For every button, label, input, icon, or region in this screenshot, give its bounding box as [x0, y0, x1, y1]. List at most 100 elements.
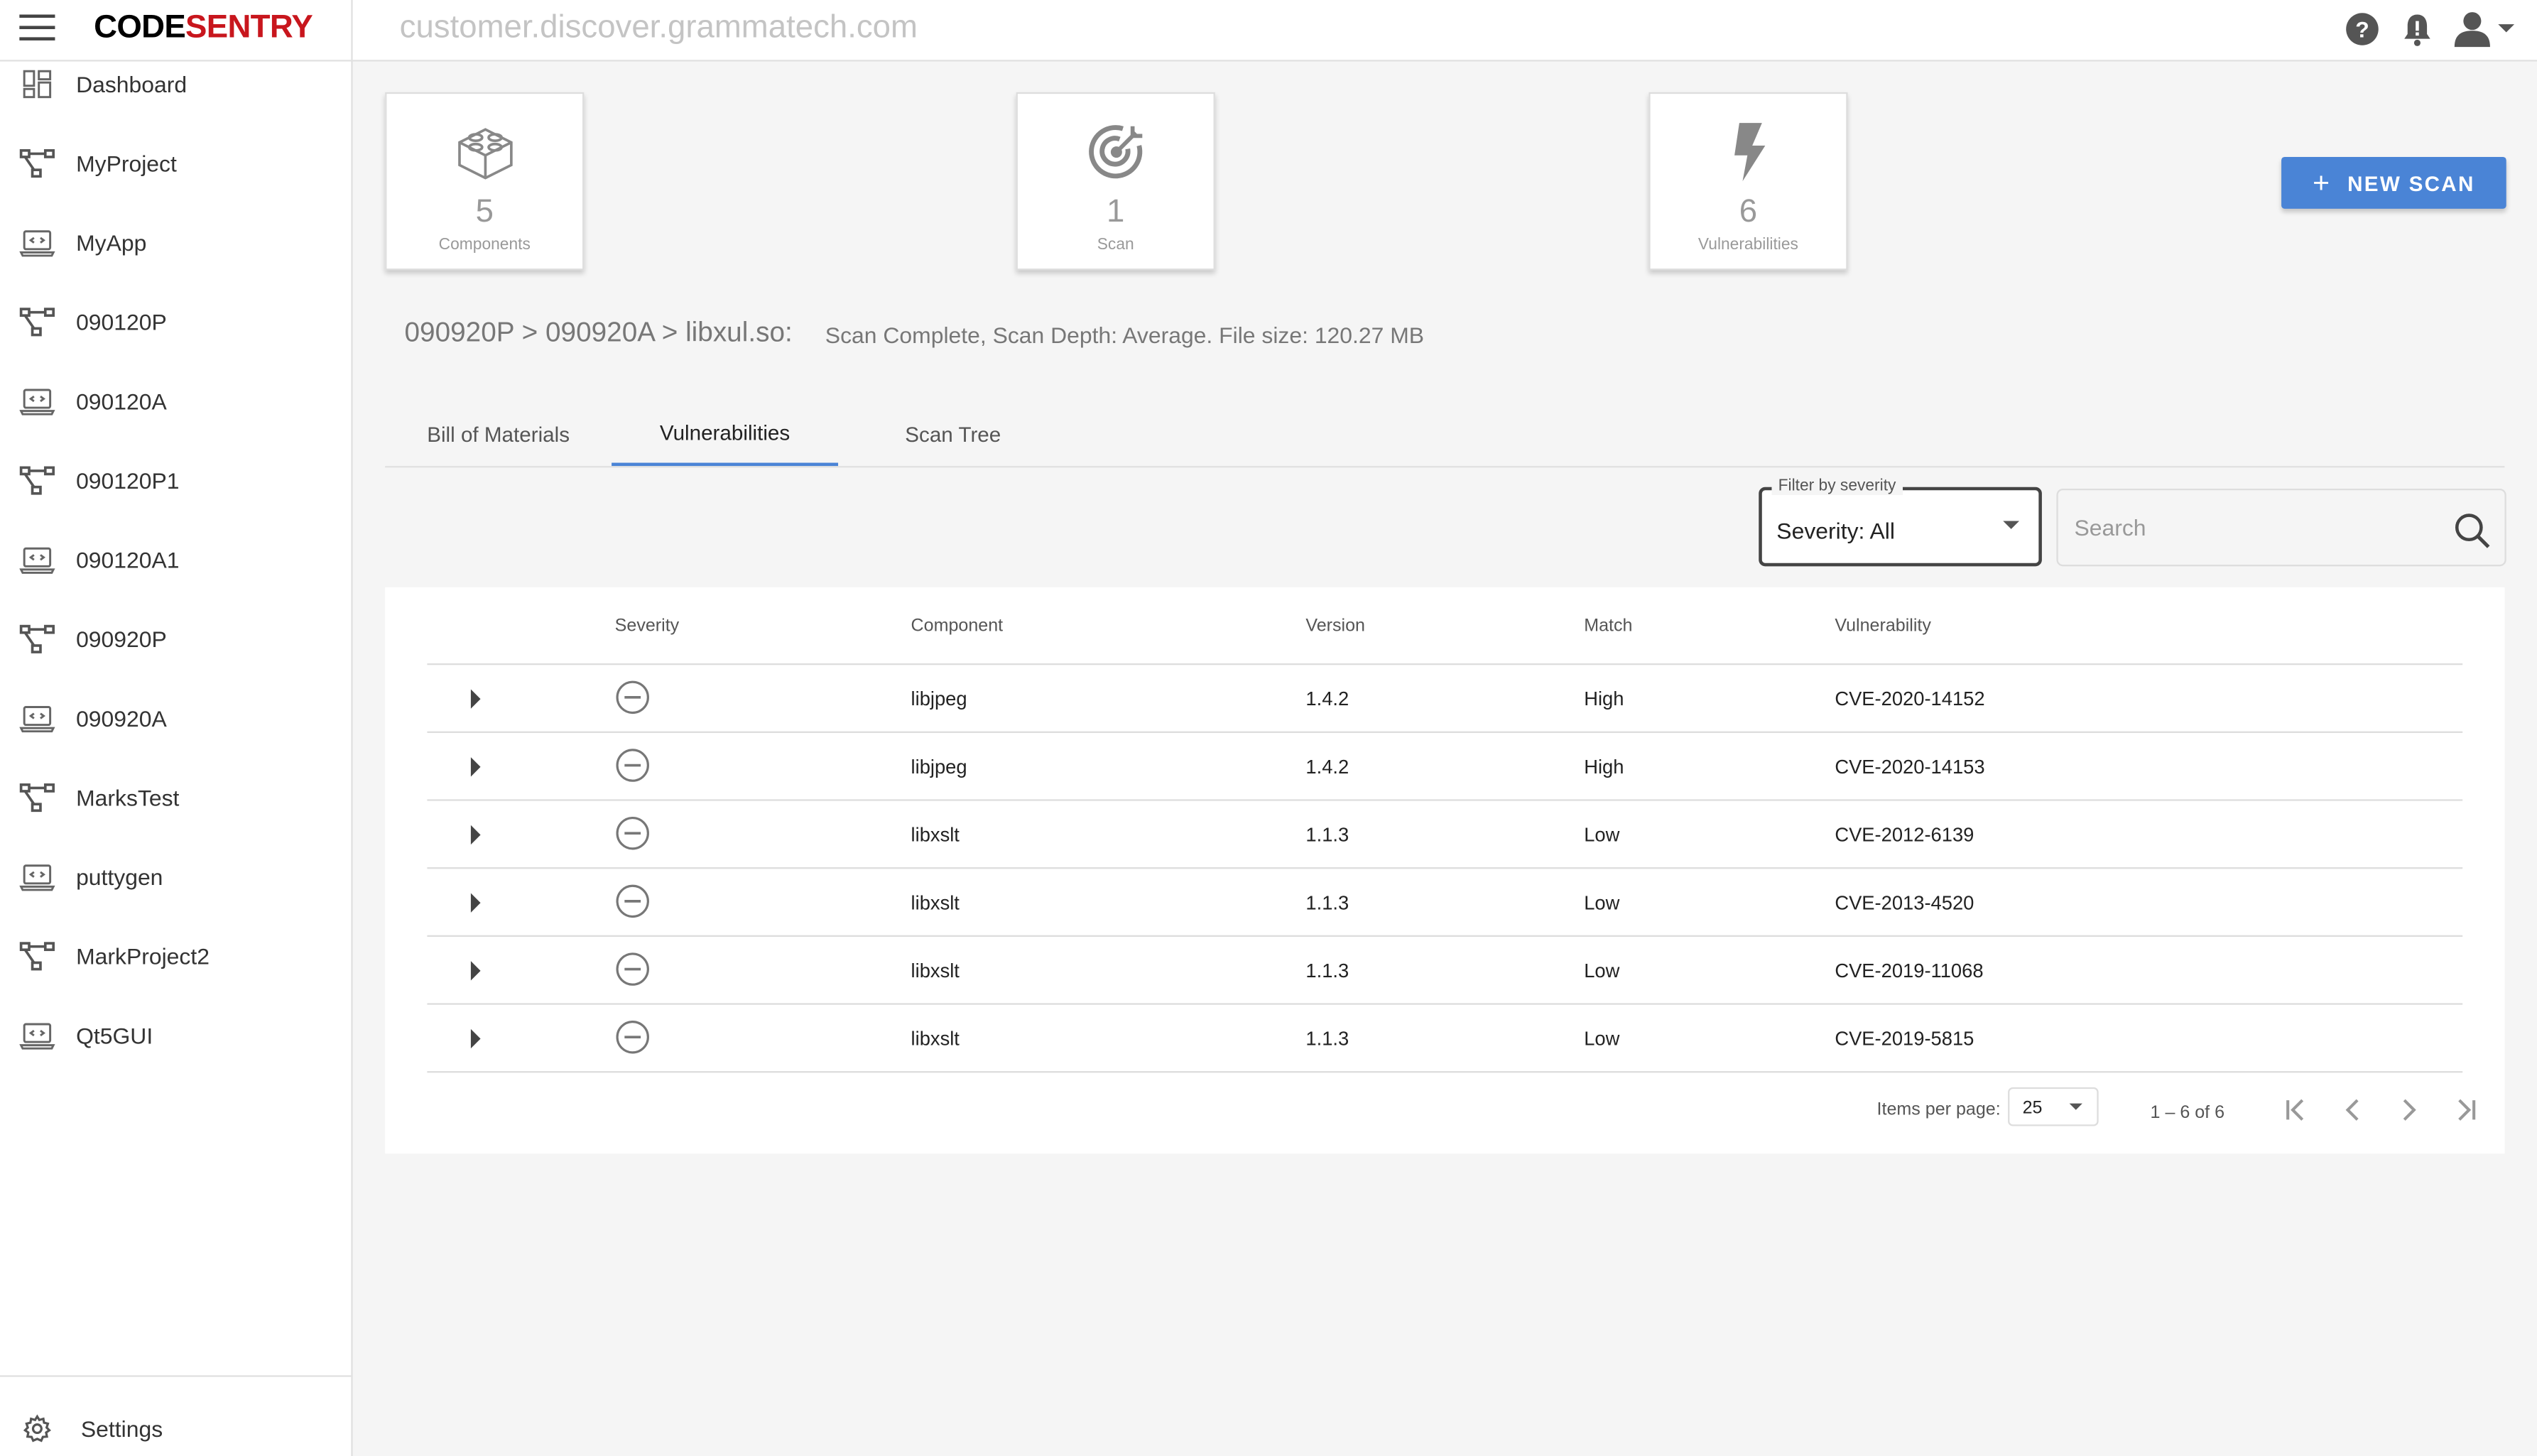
cell-match: High [1584, 688, 1624, 711]
sidebar-item-settings[interactable]: Settings [0, 1401, 351, 1456]
table-header: Severity Component Version Match Vulnera… [427, 587, 2463, 665]
cell-match: Low [1584, 1027, 1620, 1050]
sidebar-item-090120p[interactable]: 090120P [0, 290, 351, 354]
sidebar-item-dashboard[interactable]: Dashboard [0, 52, 351, 116]
sidebar-item-label: MyApp [76, 229, 147, 256]
expand-arrow-icon[interactable] [466, 822, 485, 847]
help-icon[interactable]: ? [2343, 10, 2382, 49]
gear-icon [21, 1413, 54, 1445]
host-url: customer.discover.grammatech.com [399, 9, 918, 45]
cell-match: Low [1584, 823, 1620, 847]
svg-text:?: ? [2355, 16, 2369, 42]
table-row[interactable]: libxslt 1.1.3 Low CVE-2013-4520 [427, 869, 2463, 937]
project-icon [19, 463, 55, 499]
header-vulnerability[interactable]: Vulnerability [1835, 616, 1931, 636]
sidebar-item-label: Dashboard [76, 71, 188, 97]
header-severity[interactable]: Severity [615, 616, 680, 636]
sidebar-item-090120p1[interactable]: 090120P1 [0, 448, 351, 513]
sidebar-item-label: Qt5GUI [76, 1022, 153, 1049]
paginator: Items per page: 25 1 – 6 of 6 [385, 1086, 2504, 1134]
dropdown-arrow-icon [2069, 1103, 2082, 1110]
sidebar-item-label: 090120P [76, 309, 167, 335]
items-per-page-select[interactable]: 25 [2008, 1087, 2099, 1126]
expand-arrow-icon[interactable] [466, 686, 485, 712]
cell-component: libjpeg [911, 688, 967, 711]
first-page-icon[interactable] [2275, 1089, 2317, 1131]
account-icon[interactable] [2453, 10, 2518, 49]
sidebar-item-label: puttygen [76, 864, 163, 890]
cell-match: High [1584, 755, 1624, 778]
last-page-icon[interactable] [2445, 1089, 2487, 1131]
vulnerabilities-count: 6 [1739, 194, 1758, 230]
cell-match: Low [1584, 959, 1620, 982]
project-icon [19, 621, 55, 657]
expand-arrow-icon[interactable] [466, 1026, 485, 1051]
sidebar-item-090120a[interactable]: 090120A [0, 369, 351, 433]
sidebar-item-puttygen[interactable]: puttygen [0, 844, 351, 909]
component-brick-icon [453, 120, 518, 185]
sidebar-item-myproject[interactable]: MyProject [0, 131, 351, 196]
scan-card[interactable]: 1 Scan [1016, 92, 1215, 271]
vulnerabilities-table: Severity Component Version Match Vulnera… [385, 587, 2505, 1154]
table-row[interactable]: libjpeg 1.4.2 High CVE-2020-14153 [427, 733, 2463, 801]
sidebar-item-090920a[interactable]: 090920A [0, 686, 351, 751]
sidebar-item-label: 090120A1 [76, 546, 180, 573]
table-row[interactable]: libxslt 1.1.3 Low CVE-2019-5815 [427, 1005, 2463, 1073]
cell-version: 1.1.3 [1305, 891, 1349, 915]
components-card[interactable]: 5 Components [385, 92, 585, 271]
sidebar-item-qt5gui[interactable]: Qt5GUI [0, 1003, 351, 1067]
notification-icon[interactable] [2398, 10, 2437, 49]
project-icon [19, 938, 55, 974]
cell-vulnerability: CVE-2013-4520 [1835, 891, 1974, 915]
header-match[interactable]: Match [1584, 616, 1632, 636]
expand-arrow-icon[interactable] [466, 754, 485, 780]
new-scan-button[interactable]: + NEW SCAN [2281, 156, 2506, 209]
severity-minus-icon [616, 952, 649, 986]
search-input[interactable] [2074, 490, 2430, 565]
cell-vulnerability: CVE-2020-14153 [1835, 755, 1985, 778]
severity-minus-icon [616, 816, 649, 850]
vulnerabilities-card[interactable]: 6 Vulnerabilities [1648, 92, 1848, 271]
sidebar-divider [351, 0, 353, 1456]
sidebar-item-myapp[interactable]: MyApp [0, 210, 351, 275]
application-icon [19, 384, 55, 419]
cell-vulnerability: CVE-2019-5815 [1835, 1027, 1974, 1050]
sidebar: Dashboard MyProject MyApp 090120P 090120A 090… [0, 61, 352, 1456]
sidebar-item-090120a1[interactable]: 090120A1 [0, 528, 351, 592]
table-row[interactable]: libxslt 1.1.3 Low CVE-2012-6139 [427, 801, 2463, 869]
sidebar-item-label: MarkProject2 [76, 943, 210, 969]
tab-vulnerabilities[interactable]: Vulnerabilities [612, 401, 839, 467]
sidebar-item-label: 090120A [76, 388, 167, 415]
previous-page-icon[interactable] [2332, 1089, 2374, 1131]
next-page-icon[interactable] [2388, 1089, 2430, 1131]
severity-minus-icon [616, 884, 649, 918]
plus-icon: + [2313, 165, 2332, 199]
page-range: 1 – 6 of 6 [2150, 1103, 2225, 1123]
header-component[interactable]: Component [911, 616, 1004, 636]
search-icon[interactable] [2453, 511, 2492, 550]
project-icon [19, 146, 55, 181]
cell-vulnerability: CVE-2020-14152 [1835, 688, 1985, 711]
top-bar: CODESENTRY customer.discover.grammatech.… [0, 0, 2537, 62]
expand-arrow-icon[interactable] [466, 890, 485, 916]
sidebar-item-090920p[interactable]: 090920P [0, 607, 351, 671]
table-row[interactable]: libjpeg 1.4.2 High CVE-2020-14152 [427, 665, 2463, 733]
application-icon [19, 1018, 55, 1053]
severity-filter-select[interactable]: Filter by severity Severity: All [1759, 477, 2042, 567]
scan-label: Scan [1097, 236, 1134, 254]
sidebar-item-markstest[interactable]: MarksTest [0, 766, 351, 830]
cell-vulnerability: CVE-2012-6139 [1835, 823, 1974, 847]
menu-icon[interactable] [19, 13, 55, 42]
cell-vulnerability: CVE-2019-11068 [1835, 959, 1984, 982]
cell-version: 1.1.3 [1305, 959, 1349, 982]
table-row[interactable]: libxslt 1.1.3 Low CVE-2019-11068 [427, 937, 2463, 1005]
tab-bill-of-materials[interactable]: Bill of Materials [385, 401, 612, 466]
expand-arrow-icon[interactable] [466, 958, 485, 984]
tab-scan-tree[interactable]: Scan Tree [840, 401, 1066, 466]
sidebar-item-label: 090120P1 [76, 467, 180, 494]
application-icon [19, 542, 55, 577]
cell-version: 1.4.2 [1305, 688, 1349, 711]
header-version[interactable]: Version [1305, 616, 1365, 636]
sidebar-item-markproject2[interactable]: MarkProject2 [0, 924, 351, 989]
scan-count: 1 [1107, 194, 1125, 230]
